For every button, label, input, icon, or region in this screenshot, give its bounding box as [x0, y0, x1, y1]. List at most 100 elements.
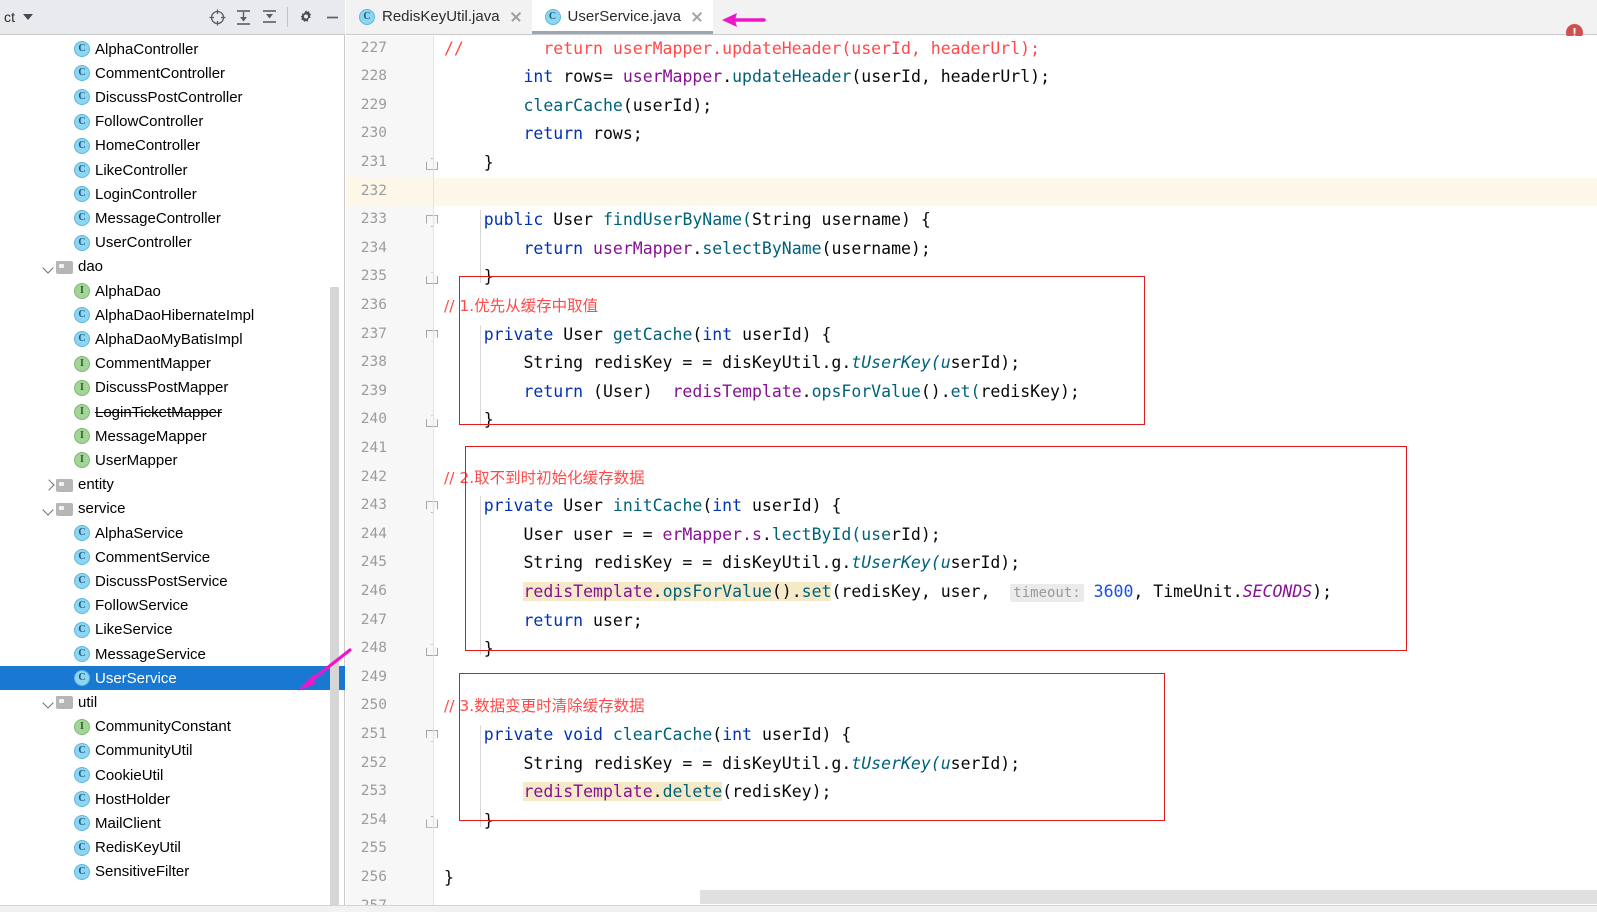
line-number: 240 — [360, 411, 387, 428]
tree-item-discusspostservice[interactable]: C DiscussPostService — [0, 569, 345, 593]
class-badge: C — [74, 839, 90, 856]
code-line-238[interactable]: String redisKey = = disKeyUtil.g.tUserKe… — [434, 349, 1020, 378]
class-icon: C — [74, 670, 90, 687]
code-line-234[interactable]: return userMapper.selectByName(username)… — [434, 235, 930, 264]
locate-target-icon[interactable] — [204, 4, 230, 30]
tree-item-dao[interactable]: dao — [0, 255, 345, 279]
code-line-250[interactable]: // 3.数据变更时清除缓存数据 — [434, 692, 645, 721]
code-line-237[interactable]: private User getCache(int userId) { — [434, 321, 832, 350]
code-text-area[interactable]: // return userMapper.updateHeader(userId… — [434, 36, 1597, 912]
code-line-233[interactable]: public User findUserByName(String userna… — [434, 206, 931, 235]
code-line-249[interactable] — [434, 664, 444, 693]
tree-item-hostholder[interactable]: C HostHolder — [0, 787, 345, 811]
chevron-down-icon[interactable] — [23, 14, 34, 20]
code-line-232[interactable] — [434, 178, 444, 207]
editor-tab-rediskeyutil-java[interactable]: C RedisKeyUtil.java — [346, 0, 532, 34]
tree-item-communityconstant[interactable]: I CommunityConstant — [0, 715, 345, 739]
tree-item-sensitivefilter[interactable]: C SensitiveFilter — [0, 860, 345, 884]
expand-all-icon[interactable] — [230, 4, 256, 30]
tree-item-alphacontroller[interactable]: C AlphaController — [0, 37, 345, 61]
code-line-240[interactable]: } — [434, 406, 494, 435]
interface-badge: I — [74, 355, 90, 372]
code-line-242[interactable]: // 2.取不到时初始化缓存数据 — [434, 464, 645, 493]
tree-no-expander — [60, 526, 74, 540]
code-line-244[interactable]: User user = = erMapper.s.lectById(userId… — [434, 521, 940, 550]
tree-item-alphadaohibernateimpl[interactable]: C AlphaDaoHibernateImpl — [0, 303, 345, 327]
code-line-245[interactable]: String redisKey = = disKeyUtil.g.tUserKe… — [434, 549, 1020, 578]
code-line-246[interactable]: redisTemplate.opsForValue().set(redisKey… — [434, 578, 1332, 607]
tree-item-alphaservice[interactable]: C AlphaService — [0, 521, 345, 545]
tree-item-cookieutil[interactable]: C CookieUtil — [0, 763, 345, 787]
collapse-all-icon[interactable] — [256, 4, 282, 30]
tree-item-util[interactable]: util — [0, 690, 345, 714]
chevron-down-icon[interactable] — [42, 502, 56, 516]
tree-item-mailclient[interactable]: C MailClient — [0, 811, 345, 835]
tree-item-commentmapper[interactable]: I CommentMapper — [0, 352, 345, 376]
chevron-right-icon[interactable] — [42, 478, 56, 492]
tree-item-service[interactable]: service — [0, 497, 345, 521]
chevron-down-icon[interactable] — [42, 260, 56, 274]
tree-item-commentcontroller[interactable]: C CommentController — [0, 61, 345, 85]
code-line-253[interactable]: redisTemplate.delete(redisKey); — [434, 778, 831, 807]
tree-item-commentservice[interactable]: C CommentService — [0, 545, 345, 569]
folder-icon — [56, 478, 73, 492]
tree-item-messagemapper[interactable]: I MessageMapper — [0, 424, 345, 448]
tree-item-usermapper[interactable]: I UserMapper — [0, 448, 345, 472]
tree-item-communityutil[interactable]: C CommunityUtil — [0, 739, 345, 763]
code-line-235[interactable]: } — [434, 263, 494, 292]
tree-item-discusspostcontroller[interactable]: C DiscussPostController — [0, 85, 345, 109]
project-tree[interactable]: C AlphaController C CommentController C Discu… — [0, 35, 345, 912]
line-number: 251 — [360, 725, 387, 742]
tree-item-entity[interactable]: entity — [0, 473, 345, 497]
code-line-251[interactable]: private void clearCache(int userId) { — [434, 721, 852, 750]
code-line-252[interactable]: String redisKey = = disKeyUtil.g.tUserKe… — [434, 750, 1020, 779]
code-line-256[interactable]: } — [434, 864, 454, 893]
tree-item-rediskeyutil[interactable]: C RedisKeyUtil — [0, 836, 345, 860]
line-number: 227 — [360, 39, 387, 56]
horizontal-scrollbar-thumb[interactable] — [700, 890, 1597, 904]
class-badge: C — [74, 65, 90, 82]
project-panel: ct C AlphaController C CommentController… — [0, 0, 345, 912]
code-line-229[interactable]: clearCache(userId); — [434, 92, 712, 121]
tree-item-messagecontroller[interactable]: C MessageController — [0, 206, 345, 230]
code-line-228[interactable]: int rows= userMapper.updateHeader(userId… — [434, 63, 1050, 92]
code-line-243[interactable]: private User initCache(int userId) { — [434, 492, 842, 521]
editor-gutter[interactable]: 227 228 229 230 231 232 233 234 235 236 237 238 239 2… — [346, 36, 434, 912]
tree-item-alphadao[interactable]: I AlphaDao — [0, 279, 345, 303]
tree-item-discusspostmapper[interactable]: I DiscussPostMapper — [0, 376, 345, 400]
code-line-248[interactable]: } — [434, 635, 494, 664]
line-number: 254 — [360, 811, 387, 828]
tree-item-followcontroller[interactable]: C FollowController — [0, 110, 345, 134]
tree-item-userservice[interactable]: C UserService — [0, 666, 345, 691]
tree-item-likeservice[interactable]: C LikeService — [0, 618, 345, 642]
hide-panel-icon[interactable] — [319, 4, 345, 30]
tree-item-usercontroller[interactable]: C UserController — [0, 231, 345, 255]
code-line-241[interactable] — [434, 435, 444, 464]
close-icon[interactable] — [690, 10, 704, 24]
tree-item-alphadaomybatisimpl[interactable]: C AlphaDaoMyBatisImpl — [0, 327, 345, 351]
code-line-230[interactable]: return rows; — [434, 120, 642, 149]
tree-item-followservice[interactable]: C FollowService — [0, 594, 345, 618]
editor-tab-userservice-java[interactable]: C UserService.java — [531, 0, 714, 34]
tree-item-label: util — [78, 693, 98, 711]
code-line-236[interactable]: // 1.优先从缓存中取值 — [434, 292, 598, 321]
settings-gear-icon[interactable] — [293, 4, 319, 30]
code-line-227[interactable]: // return userMapper.updateHeader(userId… — [434, 36, 1040, 63]
horizontal-scrollbar-track[interactable] — [700, 890, 1597, 904]
tree-item-loginticketmapper[interactable]: I LoginTicketMapper — [0, 400, 345, 424]
code-line-255[interactable] — [434, 835, 444, 864]
chevron-down-icon[interactable] — [42, 695, 56, 709]
code-line-247[interactable]: return user; — [434, 607, 642, 636]
tree-item-likecontroller[interactable]: C LikeController — [0, 158, 345, 182]
tree-item-messageservice[interactable]: C MessageService — [0, 642, 345, 666]
code-editor[interactable]: 227 228 229 230 231 232 233 234 235 236 237 238 239 2… — [346, 36, 1597, 912]
class-icon: C — [74, 137, 90, 154]
code-line-231[interactable]: } — [434, 149, 494, 178]
code-line-239[interactable]: return (User) redisTemplate.opsForValue(… — [434, 378, 1079, 407]
close-icon[interactable] — [509, 10, 523, 24]
tree-item-homecontroller[interactable]: C HomeController — [0, 134, 345, 158]
code-line-254[interactable]: } — [434, 807, 494, 836]
line-number: 236 — [360, 296, 387, 313]
tree-item-logincontroller[interactable]: C LoginController — [0, 182, 345, 206]
project-tree-scrollbar[interactable] — [330, 287, 339, 912]
